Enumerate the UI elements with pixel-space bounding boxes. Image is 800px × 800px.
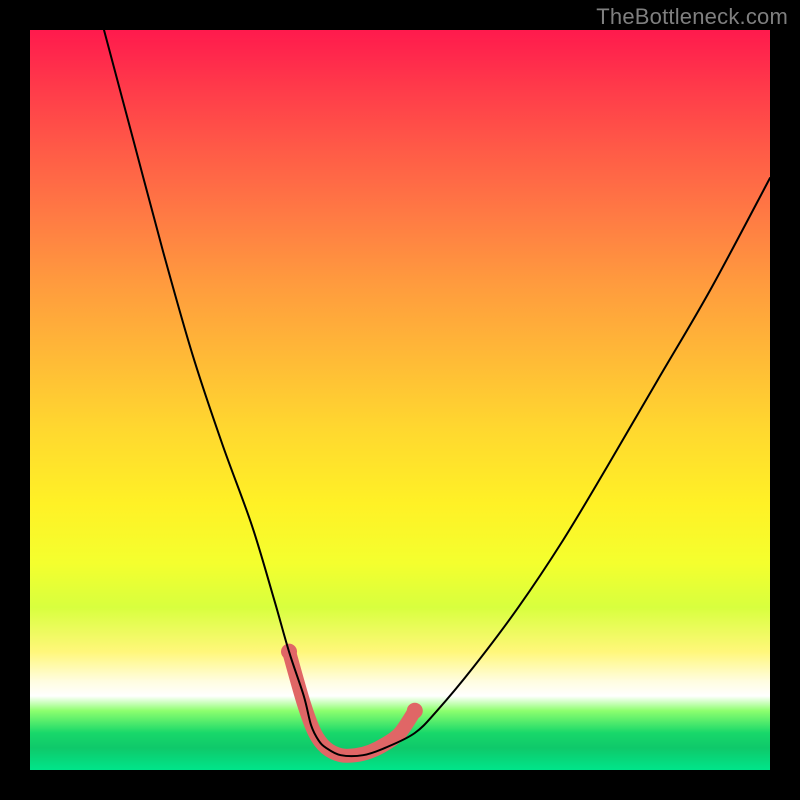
bottleneck-curve <box>104 30 770 756</box>
chart-plot-area <box>30 30 770 770</box>
chart-svg <box>30 30 770 770</box>
highlight-band <box>281 644 423 756</box>
watermark-text: TheBottleneck.com <box>596 4 788 30</box>
chart-frame: TheBottleneck.com <box>0 0 800 800</box>
